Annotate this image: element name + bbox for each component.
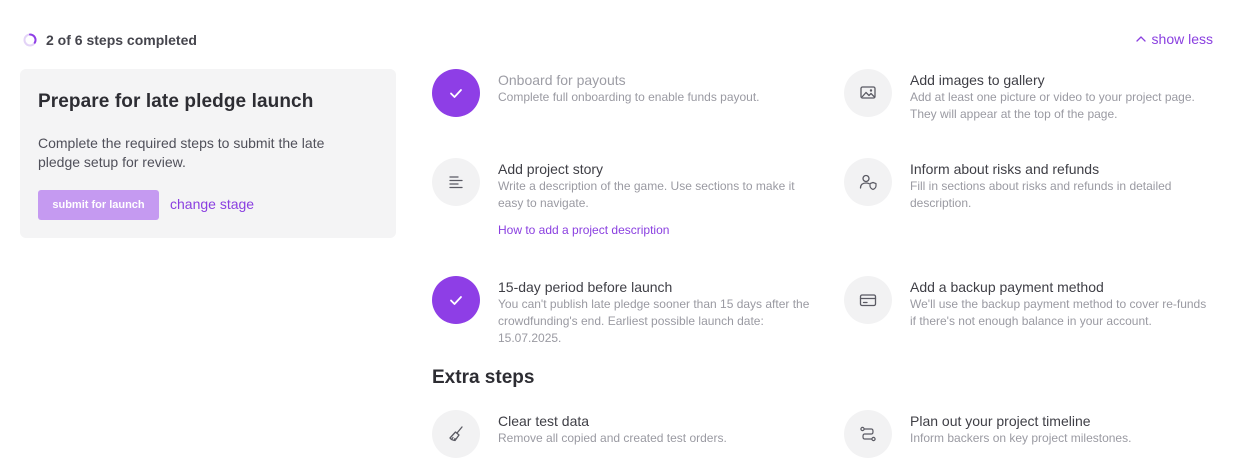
step-add-project-story[interactable]: Add project story Write a description of… (432, 158, 814, 212)
route-icon (860, 426, 876, 442)
launch-card: Prepare for late pledge launch Complete … (20, 69, 396, 238)
extra-step-plan-timeline[interactable]: Plan out your project timeline Inform ba… (844, 410, 1214, 458)
step-title: Clear test data (498, 413, 590, 429)
change-stage-link[interactable]: change stage (170, 196, 254, 212)
extra-steps-heading: Extra steps (432, 367, 535, 388)
step-icon-badge (432, 158, 480, 206)
step-add-images[interactable]: Add images to gallery Add at least one p… (844, 69, 1220, 123)
card-title: Prepare for late pledge launch (38, 91, 314, 112)
submit-for-launch-button[interactable]: submit for launch (38, 190, 159, 220)
step-title: Onboard for payouts (498, 72, 626, 88)
step-icon-badge (844, 276, 892, 324)
how-to-add-description-link[interactable]: How to add a project description (498, 223, 669, 237)
chevron-up-icon (1135, 36, 1146, 42)
step-icon-badge (844, 410, 892, 458)
steps-progress: 2 of 6 steps completed (23, 32, 197, 48)
step-icon-badge (844, 69, 892, 117)
step-title: Plan out your project timeline (910, 413, 1091, 429)
step-description: Write a description of the game. Use sec… (498, 179, 795, 210)
step-description: Add at least one picture or video to you… (910, 90, 1195, 121)
text-lines-icon (449, 176, 463, 189)
credit-card-icon (859, 294, 877, 307)
check-icon (450, 296, 462, 305)
step-title: Inform about risks and refunds (910, 161, 1100, 177)
step-15-day-period[interactable]: 15-day period before launch You can't pu… (432, 276, 814, 347)
step-title: Add project story (498, 161, 604, 177)
show-less-toggle[interactable]: show less (1135, 31, 1213, 47)
step-description: You can't publish late pledge sooner tha… (498, 297, 810, 345)
step-title: Add a backup payment method (910, 279, 1104, 295)
step-icon-badge (432, 410, 480, 458)
step-risks-refunds[interactable]: Inform about risks and refunds Fill in s… (844, 158, 1210, 212)
broom-icon (449, 426, 463, 442)
check-icon (450, 89, 462, 98)
step-done-badge (432, 69, 480, 117)
extra-step-clear-test-data[interactable]: Clear test data Remove all copied and cr… (432, 410, 814, 458)
step-done-badge (432, 276, 480, 324)
card-description: Complete the required steps to submit th… (38, 135, 325, 170)
step-onboard-payouts[interactable]: Onboard for payouts Complete full onboar… (432, 69, 818, 117)
step-backup-payment[interactable]: Add a backup payment method We'll use th… (844, 276, 1214, 330)
image-icon (860, 86, 876, 99)
step-description: Fill in sections about risks and refunds… (910, 179, 1172, 210)
step-description: Complete full onboarding to enable funds… (498, 90, 760, 104)
user-shield-icon (859, 174, 877, 191)
progress-text: 2 of 6 steps completed (46, 32, 197, 48)
step-title: 15-day period before launch (498, 279, 673, 295)
step-icon-badge (844, 158, 892, 206)
step-description: Remove all copied and created test order… (498, 431, 727, 445)
show-less-label: show less (1151, 31, 1213, 47)
progress-ring-icon (23, 33, 37, 47)
step-description: We'll use the backup payment method to c… (910, 297, 1207, 328)
step-title: Add images to gallery (910, 72, 1045, 88)
step-description: Inform backers on key project milestones… (910, 431, 1132, 445)
